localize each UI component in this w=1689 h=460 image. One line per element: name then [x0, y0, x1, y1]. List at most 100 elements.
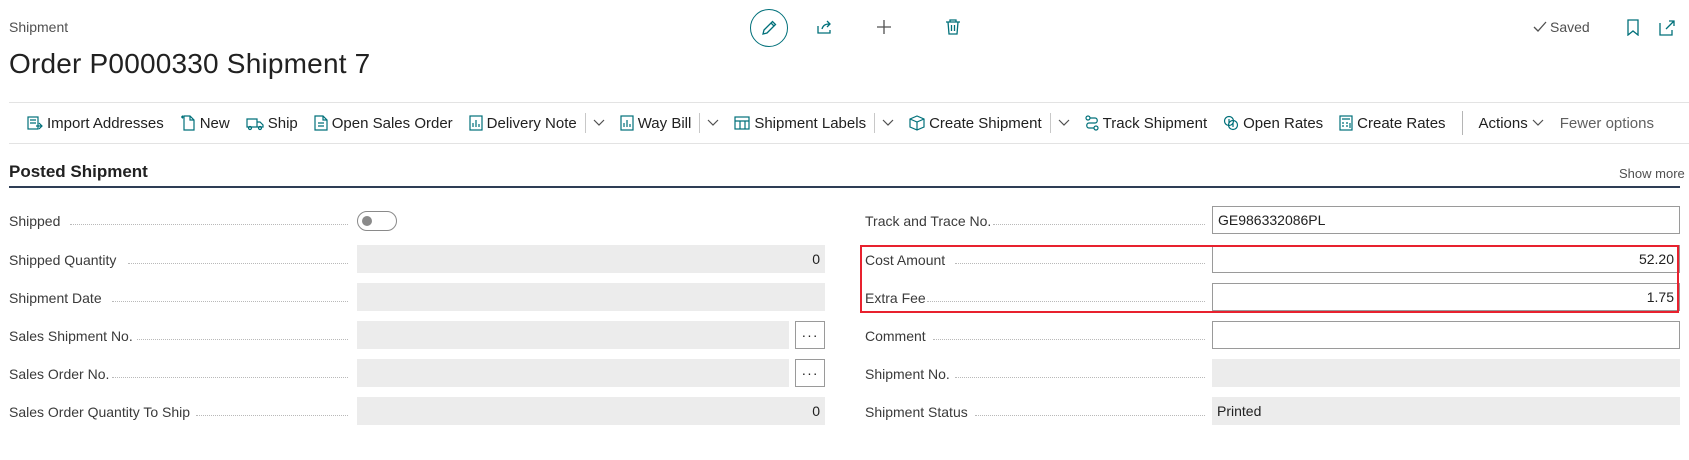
new-document-icon — [180, 115, 195, 131]
show-more-link[interactable]: Show more — [1619, 166, 1685, 181]
leader-dots — [137, 339, 348, 340]
leader-dots — [112, 301, 348, 302]
page-title: Order P0000330 Shipment 7 — [9, 48, 371, 79]
chevron-down-icon — [1058, 119, 1070, 126]
comment-field[interactable] — [1212, 321, 1680, 349]
plus-icon — [877, 20, 891, 34]
saved-status: Saved — [1533, 19, 1590, 35]
ship-label: Ship — [267, 114, 298, 132]
section-divider — [9, 186, 1680, 188]
highlight-annotation — [860, 245, 1679, 313]
new-label: New — [199, 114, 230, 132]
open-sales-order-label: Open Sales Order — [331, 114, 453, 132]
chevron-down-icon — [1532, 119, 1544, 126]
delivery-note-label: Delivery Note — [486, 114, 577, 132]
way-bill-action[interactable]: Way Bill — [612, 103, 700, 143]
sales-shipment-no-lookup-button[interactable]: ··· — [795, 321, 825, 349]
pencil-icon — [762, 20, 777, 35]
open-rates-label: Open Rates — [1243, 114, 1324, 132]
shipment-status-field[interactable]: Printed — [1212, 397, 1680, 425]
field-label-shipped-quantity: Shipped Quantity — [9, 252, 117, 268]
leader-dots — [955, 377, 1205, 378]
truck-icon — [246, 118, 264, 131]
toggle-knob — [362, 216, 372, 226]
new-button[interactable] — [867, 10, 901, 44]
open-sales-order-action[interactable]: Open Sales Order — [306, 103, 461, 143]
field-label-shipment-no: Shipment No. — [865, 366, 950, 382]
open-rates-action[interactable]: Open Rates — [1215, 103, 1331, 143]
shipped-quantity-field[interactable]: 0 — [357, 245, 825, 273]
fewer-options-button[interactable]: Fewer options — [1552, 103, 1662, 143]
shipment-labels-dropdown[interactable] — [875, 103, 901, 143]
create-shipment-dropdown[interactable] — [1051, 103, 1077, 143]
shipment-labels-action[interactable]: Shipment Labels — [726, 103, 874, 143]
way-bill-label: Way Bill — [637, 114, 692, 132]
import-addresses-action[interactable]: Import Addresses — [19, 103, 172, 143]
delete-button[interactable] — [936, 10, 970, 44]
create-rates-label: Create Rates — [1357, 114, 1446, 132]
bookmark-button[interactable] — [1616, 10, 1650, 44]
table-icon — [734, 116, 750, 130]
open-new-window-button[interactable] — [1650, 10, 1684, 44]
way-bill-dropdown[interactable] — [700, 103, 726, 143]
chevron-down-icon — [593, 119, 605, 126]
import-addresses-icon — [27, 116, 43, 130]
route-icon — [1085, 115, 1099, 131]
leader-dots — [128, 263, 348, 264]
leader-dots — [112, 377, 348, 378]
field-label-shipped: Shipped — [9, 213, 61, 229]
report-icon — [469, 115, 483, 131]
field-label-shipment-status: Shipment Status — [865, 404, 968, 420]
leader-dots — [196, 415, 348, 416]
calculator-icon — [1339, 115, 1353, 131]
sales-order-no-lookup-button[interactable]: ··· — [795, 359, 825, 387]
section-title[interactable]: Posted Shipment — [9, 162, 148, 182]
shipment-no-field[interactable] — [1212, 359, 1680, 387]
field-label-track-and-trace-no: Track and Trace No. — [865, 213, 992, 229]
track-and-trace-no-field[interactable]: GE986332086PL — [1212, 206, 1680, 234]
leader-dots — [993, 224, 1205, 225]
sales-shipment-no-field[interactable] — [357, 321, 789, 349]
create-rates-action[interactable]: Create Rates — [1331, 103, 1453, 143]
ship-action[interactable]: Ship — [238, 103, 306, 143]
fewer-options-label: Fewer options — [1559, 114, 1654, 132]
chevron-down-icon — [882, 119, 894, 126]
share-icon — [817, 20, 831, 34]
delivery-note-action[interactable]: Delivery Note — [461, 103, 585, 143]
create-shipment-label: Create Shipment — [929, 114, 1042, 132]
trash-icon — [946, 19, 960, 35]
sales-order-no-field[interactable] — [357, 359, 789, 387]
shipped-toggle[interactable] — [357, 211, 397, 231]
chevron-down-icon — [707, 119, 719, 126]
leader-dots — [933, 339, 1205, 340]
new-action[interactable]: New — [172, 103, 238, 143]
package-icon — [909, 115, 925, 131]
shipment-date-field[interactable] — [357, 283, 825, 311]
separator — [1461, 111, 1463, 135]
edit-button[interactable] — [750, 9, 788, 47]
track-shipment-action[interactable]: Track Shipment — [1077, 103, 1215, 143]
shipment-labels-label: Shipment Labels — [754, 114, 867, 132]
sales-order-quantity-to-ship-field[interactable]: 0 — [357, 397, 825, 425]
checkmark-icon — [1533, 21, 1547, 32]
field-label-sales-order-quantity-to-ship: Sales Order Quantity To Ship — [9, 404, 191, 420]
field-label-sales-shipment-no: Sales Shipment No. — [9, 328, 133, 344]
bookmark-icon — [1627, 18, 1639, 36]
field-label-shipment-date: Shipment Date — [9, 290, 102, 306]
leader-dots — [975, 415, 1205, 416]
track-shipment-label: Track Shipment — [1102, 114, 1208, 132]
field-label-comment: Comment — [865, 328, 926, 344]
leader-dots — [70, 224, 348, 225]
share-button[interactable] — [808, 10, 842, 44]
report-icon — [620, 115, 634, 131]
delivery-note-dropdown[interactable] — [586, 103, 612, 143]
saved-label: Saved — [1550, 19, 1590, 35]
open-in-new-window-icon — [1658, 19, 1675, 36]
document-icon — [314, 115, 328, 131]
field-label-sales-order-no: Sales Order No. — [9, 366, 110, 382]
import-addresses-label: Import Addresses — [47, 114, 164, 132]
action-bar: Import Addresses New Ship Open Sales Ord… — [9, 102, 1689, 144]
actions-menu[interactable]: Actions — [1471, 103, 1552, 143]
create-shipment-action[interactable]: Create Shipment — [901, 103, 1050, 143]
breadcrumb: Shipment — [9, 19, 69, 35]
